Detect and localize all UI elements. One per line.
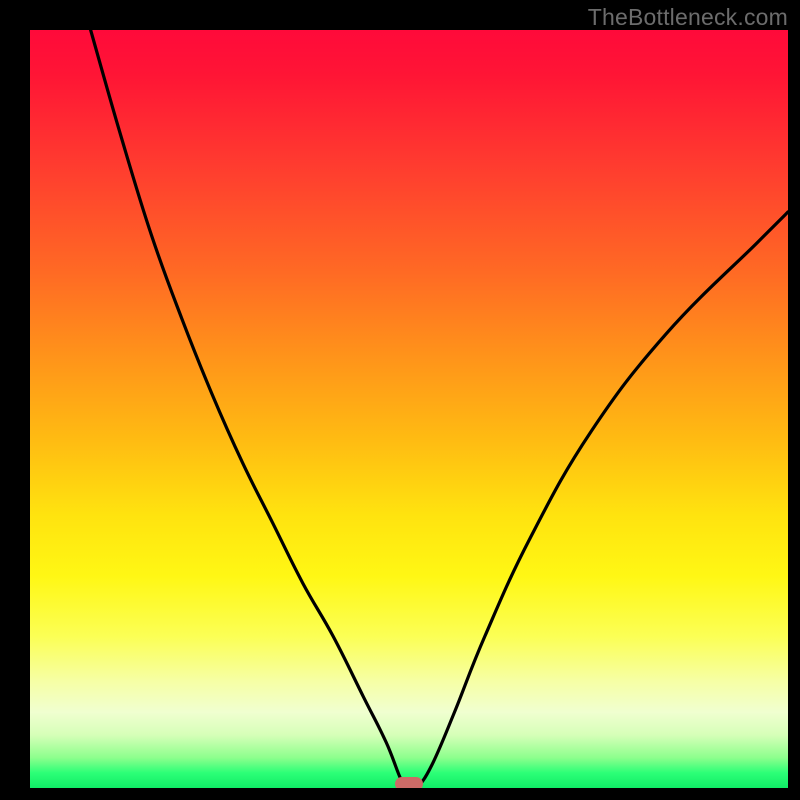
bottleneck-curve	[30, 30, 788, 788]
chart-frame: TheBottleneck.com	[0, 0, 800, 800]
plot-area	[30, 30, 788, 788]
optimum-marker	[395, 777, 423, 788]
watermark-text: TheBottleneck.com	[588, 4, 788, 31]
